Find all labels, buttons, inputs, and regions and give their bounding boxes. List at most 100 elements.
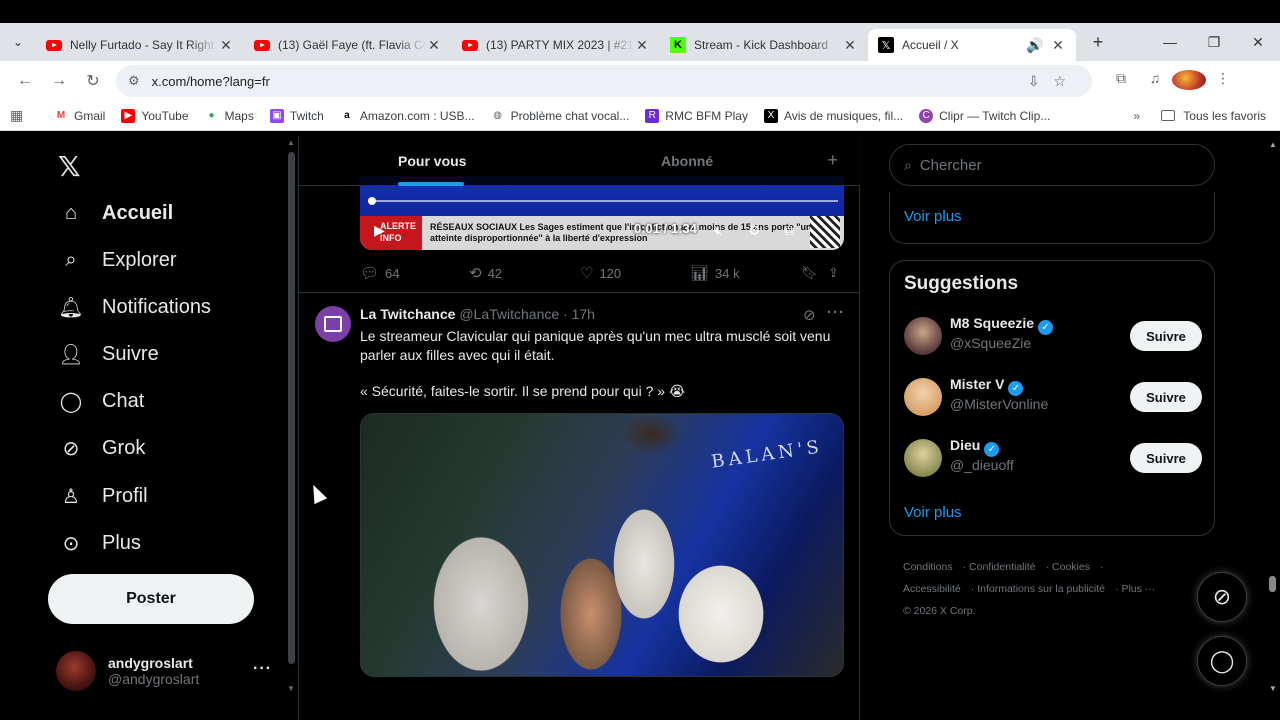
suggestion-item[interactable]: M8 Squeezie ✓ @xSqueeZie Suivre (904, 311, 1202, 361)
grok-icon[interactable]: ⊘ (803, 306, 816, 324)
new-tab-icon[interactable]: + (1082, 32, 1114, 53)
bookmark-amazon[interactable]: a Amazon.com : USB... (340, 109, 474, 123)
repost-button[interactable]: ⟲ 42 (469, 264, 502, 282)
nav-item-chat[interactable]: ◯ Chat (58, 388, 144, 414)
media-control-icon[interactable]: ♫ (1138, 70, 1172, 93)
tab-search-dropdown-icon[interactable]: ⌄ (0, 23, 36, 61)
left-scrollbar[interactable]: ▲ ▼ (286, 136, 296, 720)
bookmark-clipr[interactable]: C Clipr — Twitch Clip... (919, 108, 1050, 123)
account-switcher[interactable]: andygroslart @andygroslart ··· (56, 646, 272, 696)
video-progress-handle[interactable] (368, 197, 376, 205)
profile-avatar-icon[interactable] (1172, 69, 1206, 93)
follow-button[interactable]: Suivre (1130, 443, 1202, 473)
see-more-link[interactable]: Voir plus (904, 208, 962, 225)
scroll-down-icon[interactable]: ▼ (287, 684, 295, 693)
bookmark-gmail[interactable]: M Gmail (54, 109, 106, 123)
grok-fab-icon[interactable]: ⊘ (1197, 572, 1247, 622)
nav-item-notifications[interactable]: 🔔︎ Notifications (58, 294, 211, 320)
more-horizontal-icon[interactable]: ··· (253, 660, 272, 678)
video-progress-bar[interactable] (368, 200, 838, 202)
install-and-bookmark-icons[interactable]: ⇩☆ (1028, 73, 1080, 90)
search-input[interactable]: ⌕ Chercher (889, 144, 1215, 186)
play-icon[interactable]: ▶ (374, 222, 385, 239)
browser-tab[interactable]: (13) Gaël Faye (ft. Flavia Coe ✕ (244, 29, 452, 61)
suggestion-item[interactable]: Mister V ✓ @MisterVonline Suivre (904, 372, 1202, 422)
bookmark-rmc-bfm[interactable]: R RMC BFM Play (645, 108, 748, 123)
browser-tab[interactable]: (13) PARTY MIX 2023 | #21 | ✕ (452, 29, 660, 61)
bookmark-maps[interactable]: ● Maps (205, 109, 253, 123)
footer-link[interactable]: Informations sur la publicité (977, 583, 1105, 595)
see-more-link[interactable]: Voir plus (904, 504, 962, 521)
tab-pour-vous[interactable]: Pour vous (398, 153, 466, 169)
footer-link[interactable]: Confidentialité (969, 561, 1036, 573)
follow-button[interactable]: Suivre (1130, 321, 1202, 351)
restore-icon[interactable]: ❐ (1192, 23, 1236, 61)
footer-link[interactable]: Cookies (1052, 561, 1090, 573)
reply-button[interactable]: 💬︎ 64 (360, 264, 400, 282)
share-icon[interactable]: ⇪ (828, 265, 839, 281)
bookmark-probleme-chat[interactable]: ◍ Problème chat vocal... (491, 109, 629, 123)
follow-button[interactable]: Suivre (1130, 382, 1202, 412)
extensions-icon[interactable]: ⧉ (1104, 70, 1138, 93)
views-button[interactable]: 📊︎ 34 k (690, 264, 740, 282)
verified-badge-icon: ✓ (984, 442, 1000, 457)
bookmark-avis-musiques[interactable]: X Avis de musiques, fil... (763, 108, 903, 123)
x-logo-icon[interactable]: 𝕏 (58, 150, 81, 183)
author-name[interactable]: La Twitchance (360, 306, 455, 322)
nav-item-plus[interactable]: ⊙ Plus (58, 530, 141, 556)
scrollbar-thumb[interactable] (288, 152, 295, 664)
close-icon[interactable]: ✕ (842, 37, 858, 54)
pip-icon[interactable]: ⧉ (784, 222, 794, 239)
footer-link[interactable]: Accessibilité (903, 583, 961, 595)
footer-link[interactable]: Conditions (903, 561, 953, 573)
messages-fab-icon[interactable]: ◯ (1197, 636, 1247, 686)
all-bookmarks[interactable]: Tous les favoris (1161, 109, 1266, 123)
footer-link[interactable]: Plus ··· (1121, 583, 1155, 595)
browser-tab-active[interactable]: 𝕏 Accueil / X 🔊 ✕ (868, 29, 1076, 61)
browser-tab[interactable]: Nelly Furtado - Say It Right ( ✕ (36, 29, 244, 61)
scroll-up-icon[interactable]: ▲ (287, 138, 295, 147)
plus-icon[interactable]: + (827, 150, 838, 171)
tweet-image[interactable]: BALAN'S (360, 413, 844, 677)
bookmark-youtube[interactable]: ▶ YouTube (121, 108, 189, 123)
tab-abonne[interactable]: Abonné (661, 153, 713, 169)
apps-grid-icon[interactable]: ▦ (10, 107, 32, 124)
bookmark-twitch[interactable]: ▣ Twitch (269, 108, 324, 123)
scroll-down-icon[interactable]: ▼ (1269, 684, 1277, 693)
chevron-double-right-icon[interactable]: » (1133, 109, 1140, 123)
video-player[interactable]: ALERTE INFO RÉSEAUX SOCIAUX Les Sages es… (360, 176, 844, 250)
more-horizontal-icon[interactable]: ··· (827, 304, 845, 321)
settings-gear-icon[interactable]: ⚙ (748, 222, 761, 239)
url-input[interactable]: ⚙ x.com/home?lang=fr ⇩☆ (116, 65, 1092, 97)
suggestion-item[interactable]: Dieu ✓ @_dieuoff Suivre (904, 433, 1202, 483)
menu-kebab-icon[interactable]: ⋮ (1206, 70, 1240, 93)
close-icon[interactable]: ✕ (1050, 37, 1066, 54)
nav-item-profil[interactable]: ♙ Profil (58, 483, 148, 509)
scroll-up-icon[interactable]: ▲ (1269, 140, 1277, 149)
reload-icon[interactable]: ↻ (76, 71, 110, 91)
scrollbar-thumb[interactable] (1269, 576, 1276, 592)
nav-item-accueil[interactable]: ⌂ Accueil (58, 200, 173, 226)
close-icon[interactable]: ✕ (634, 37, 650, 54)
tab-title: Stream - Kick Dashboard (694, 38, 829, 52)
close-window-icon[interactable]: ✕ (1236, 23, 1280, 61)
nav-item-suivre[interactable]: 👤︎ Suivre (58, 341, 158, 367)
tweet-time[interactable]: · 17h (563, 306, 595, 322)
author-handle[interactable]: @LaTwitchance (459, 306, 559, 322)
site-settings-icon[interactable]: ⚙ (128, 73, 140, 89)
page-scrollbar[interactable]: ▲ ▼ (1266, 136, 1280, 720)
like-button[interactable]: ♡ 120 (580, 264, 621, 282)
bookmark-icon[interactable]: 🔖︎ (801, 265, 818, 281)
nav-item-grok[interactable]: ⊘ Grok (58, 435, 146, 461)
speaker-icon[interactable]: 🔊 (1026, 37, 1043, 54)
minimize-icon[interactable]: — (1148, 23, 1192, 61)
close-icon[interactable]: ✕ (218, 37, 234, 54)
close-icon[interactable]: ✕ (426, 37, 442, 54)
nav-item-explorer[interactable]: ⌕ Explorer (58, 247, 176, 273)
forward-icon[interactable]: → (42, 72, 76, 90)
browser-tab[interactable]: K Stream - Kick Dashboard ✕ (660, 29, 868, 61)
mute-icon[interactable]: 🔇︎ (714, 222, 723, 239)
post-button[interactable]: Poster (48, 574, 254, 624)
avatar[interactable] (315, 306, 351, 342)
back-icon[interactable]: ← (8, 72, 42, 90)
